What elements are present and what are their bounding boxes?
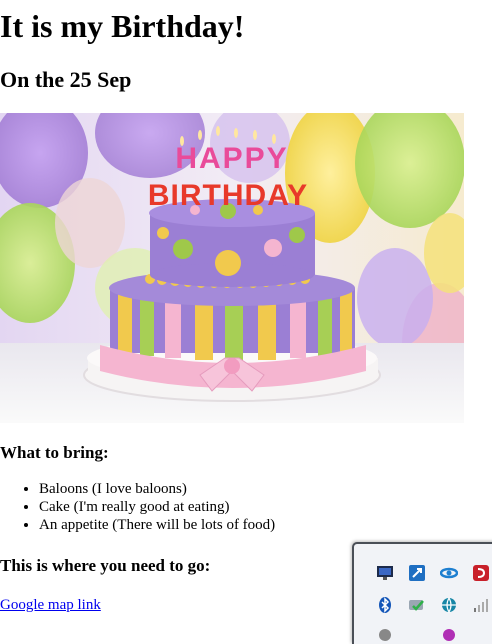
remote-tool-icon[interactable]: [408, 564, 426, 582]
cake-candle-text-bottom: BIRTHDAY: [148, 179, 308, 212]
bring-list: Baloons (I love baloons) Cake (I'm reall…: [0, 480, 275, 534]
page-title: It is my Birthday!: [0, 8, 245, 44]
display-icon[interactable]: [376, 564, 394, 582]
signal-bars-icon[interactable]: [472, 596, 490, 614]
sync-check-icon[interactable]: [408, 596, 426, 614]
bring-heading: What to bring:: [0, 443, 109, 462]
list-item: An appetite (There will be lots of food): [39, 516, 275, 534]
bluetooth-icon[interactable]: [376, 596, 394, 614]
list-item: Baloons (I love baloons): [39, 480, 275, 498]
list-item: Cake (I'm really good at eating): [39, 498, 275, 516]
location-heading: This is where you need to go:: [0, 556, 211, 575]
google-map-link[interactable]: Google map link: [0, 595, 101, 615]
system-tray-overflow: [352, 542, 492, 644]
media-icon[interactable]: [440, 626, 458, 644]
date-heading: On the 25 Sep: [0, 67, 132, 92]
sync-icon[interactable]: [440, 564, 458, 582]
birthday-cake-image: HAPPY BIRTHDAY: [0, 113, 464, 423]
network-globe-icon[interactable]: [440, 596, 458, 614]
cake-candle-text-top: HAPPY: [175, 142, 288, 175]
app-icon[interactable]: [376, 626, 394, 644]
security-shield-icon[interactable]: [472, 564, 490, 582]
